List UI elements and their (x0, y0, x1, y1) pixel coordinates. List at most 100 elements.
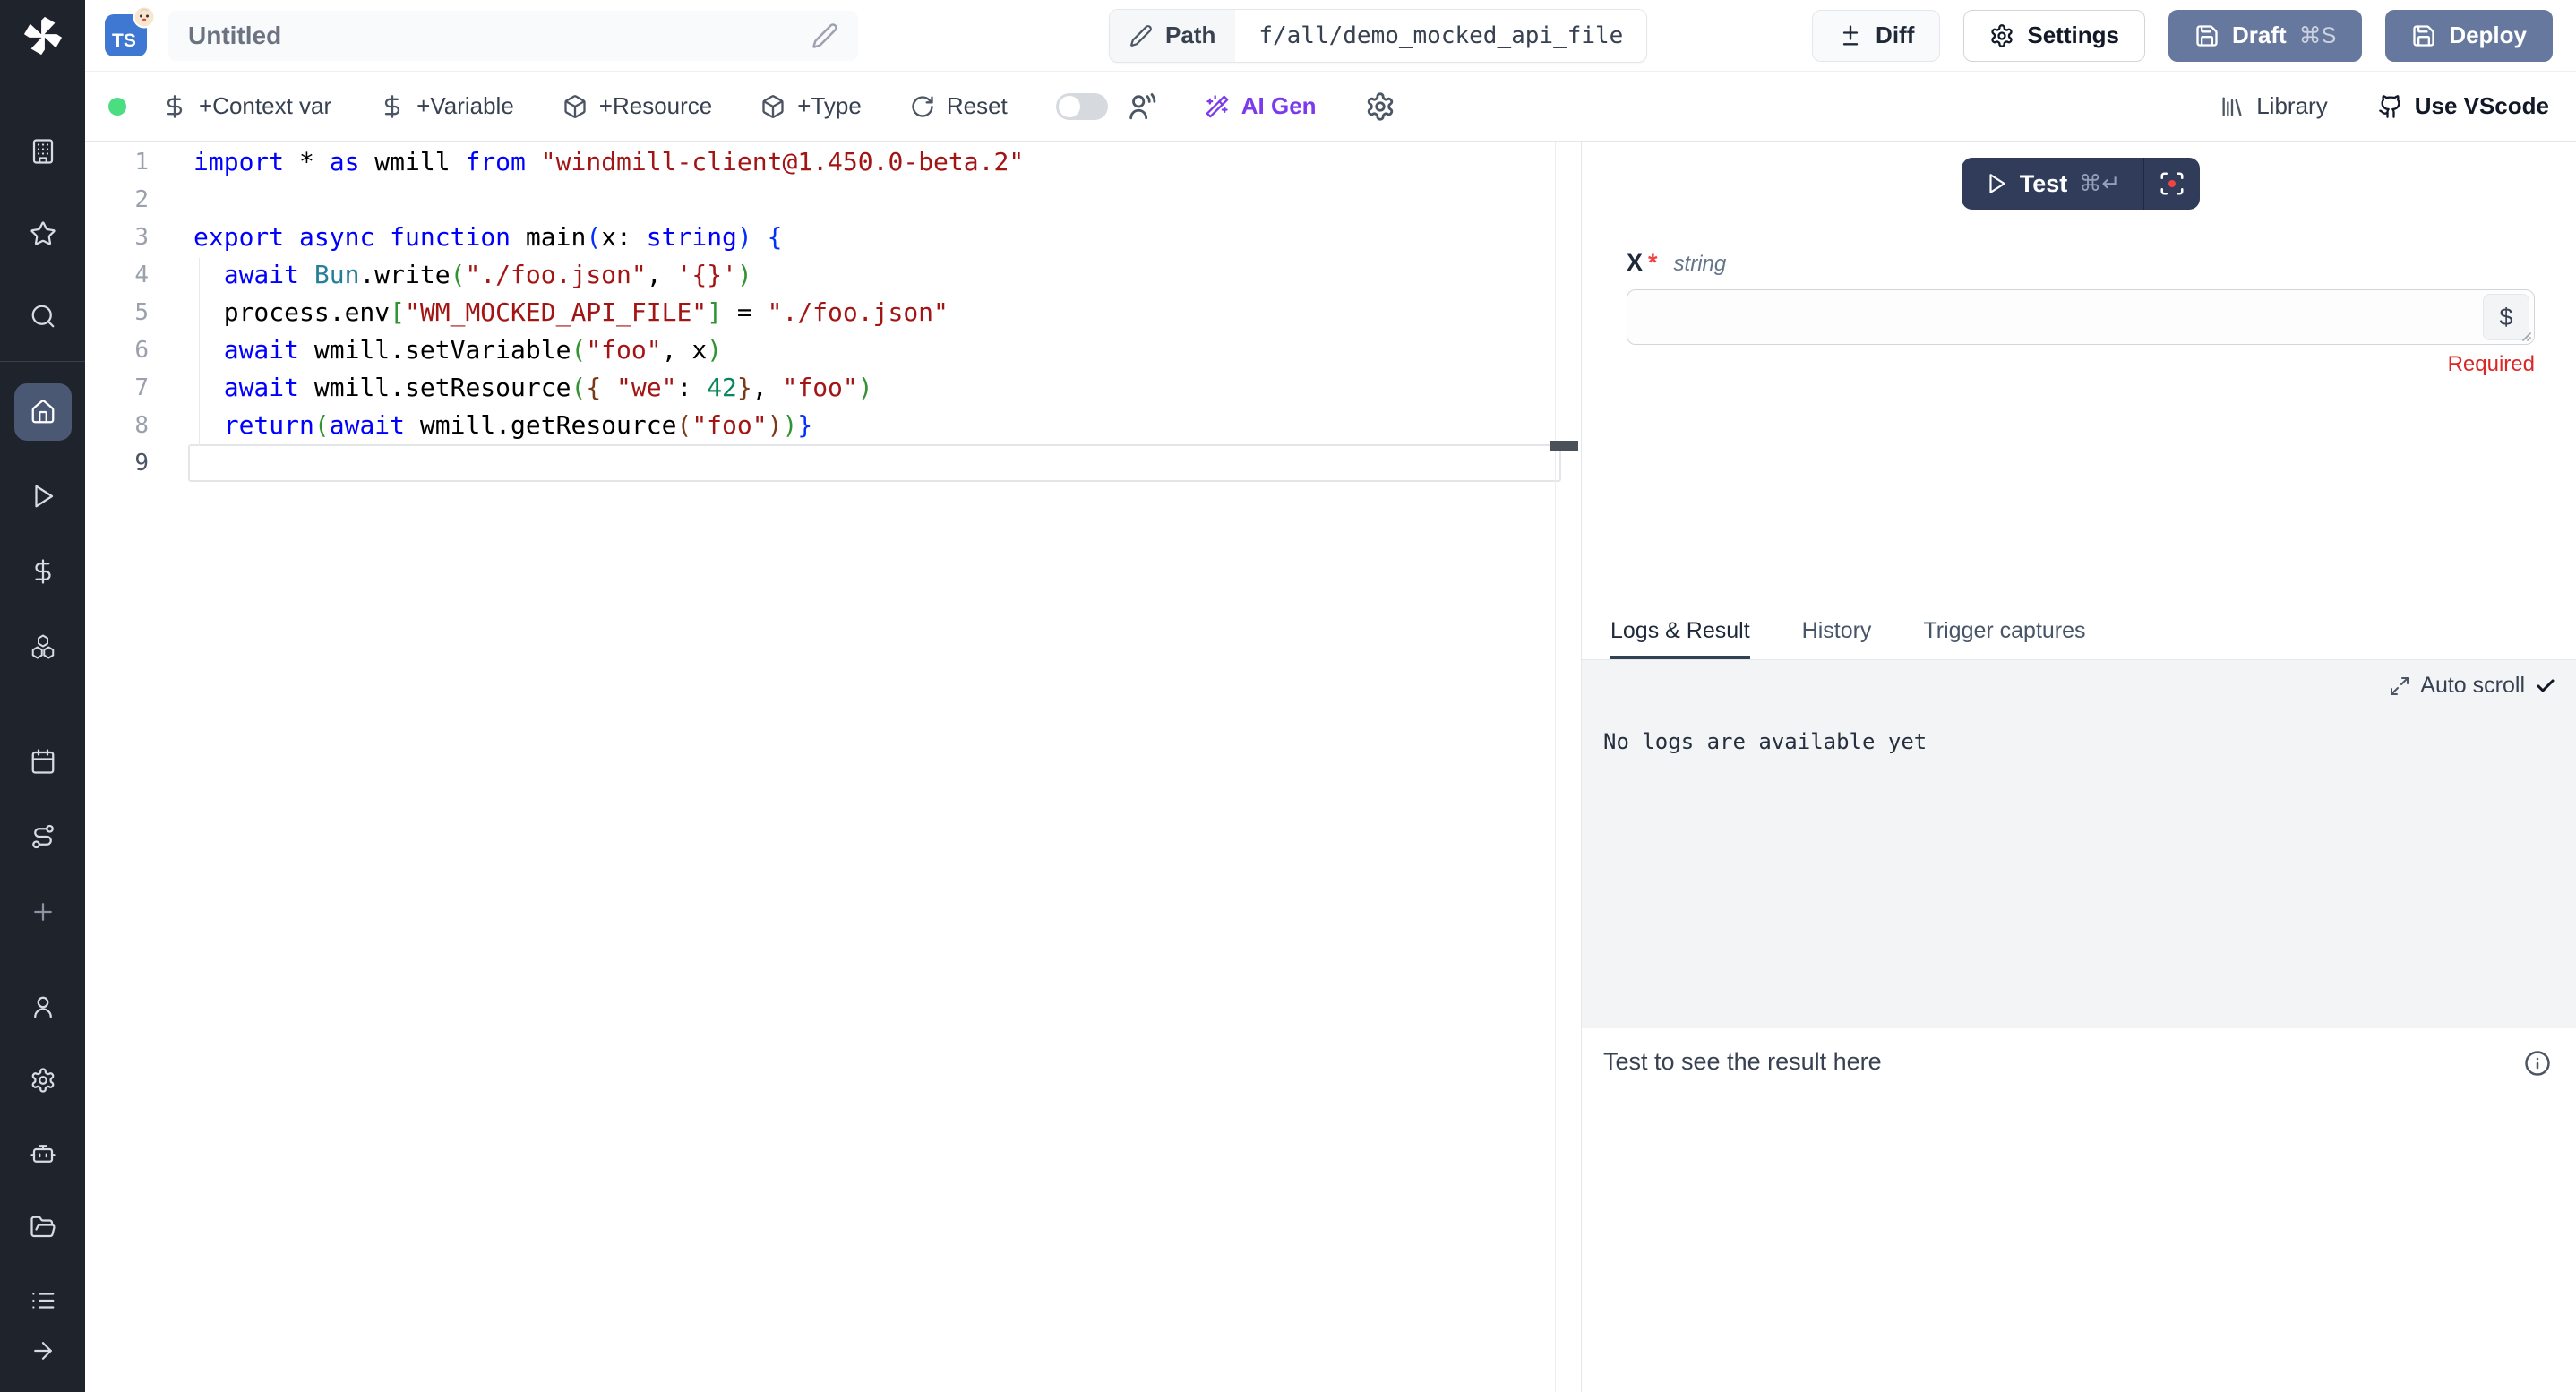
sidebar-divider (0, 361, 85, 362)
sidebar-item-user[interactable] (14, 987, 72, 1027)
line-number[interactable]: 7 (85, 369, 188, 407)
multiplayer-toggle[interactable] (1056, 93, 1108, 120)
sidebar-item-routes[interactable] (14, 817, 72, 856)
github-icon (2378, 94, 2403, 119)
code-line-6[interactable]: 6 await wmill.setVariable("foo", x) (85, 331, 1581, 369)
reset-button[interactable]: Reset (910, 92, 1008, 120)
dollar-icon (162, 94, 187, 119)
building-icon (30, 138, 56, 165)
deploy-button-label: Deploy (2449, 21, 2527, 49)
script-title-field[interactable]: Untitled (168, 11, 858, 61)
line-number[interactable]: 5 (85, 294, 188, 331)
settings-button[interactable]: Settings (1963, 10, 2145, 62)
sidebar-item-gear[interactable] (14, 1061, 72, 1100)
sidebar-item-list[interactable] (14, 1281, 72, 1320)
deploy-button[interactable]: Deploy (2385, 10, 2553, 62)
auto-scroll-label: Auto scroll (2420, 673, 2525, 699)
capture-test-button[interactable] (2144, 158, 2200, 210)
library-button[interactable]: Library (2220, 92, 2327, 120)
code-line-content[interactable]: return(await wmill.getResource("foo"))} (188, 407, 1561, 444)
line-number[interactable]: 2 (85, 181, 188, 219)
path-selector[interactable]: Path f/all/demo_mocked_api_file (1109, 9, 1647, 63)
logs-empty-message: No logs are available yet (1603, 729, 2576, 754)
sidebar-item-calendar[interactable] (14, 742, 72, 781)
sidebar-item-dollar[interactable] (14, 552, 72, 591)
sidebar-item-arrow-right[interactable] (14, 1331, 72, 1371)
status-dot (108, 98, 126, 116)
code-line-4[interactable]: 4 await Bun.write("./foo.json", '{}') (85, 256, 1581, 294)
windmill-logo[interactable] (22, 15, 64, 56)
auto-scroll-control[interactable]: Auto scroll (1582, 660, 2576, 699)
line-number[interactable]: 9 (85, 444, 188, 482)
code-line-2[interactable]: 2 (85, 181, 1581, 219)
multiplayer-users-icon[interactable] (1126, 91, 1156, 122)
info-icon[interactable] (2524, 1050, 2551, 1077)
path-label: Path (1165, 21, 1215, 49)
code-line-8[interactable]: 8 return(await wmill.getResource("foo"))… (85, 407, 1581, 444)
code-line-content[interactable]: await wmill.setVariable("foo", x) (188, 331, 1561, 369)
editor-settings-gear-icon[interactable] (1365, 91, 1395, 122)
use-vscode-label: Use VScode (2415, 92, 2549, 120)
ai-gen-label: AI Gen (1241, 92, 1317, 120)
line-number[interactable]: 8 (85, 407, 188, 444)
argument-type: string (1674, 252, 1727, 277)
arrow-right-icon (30, 1337, 56, 1364)
sidebar-item-building[interactable] (14, 132, 72, 171)
sidebar-item-search[interactable] (14, 296, 72, 336)
arguments-form: Test ⌘↵ X * string (1582, 142, 2576, 606)
add-type-button[interactable]: +Type (760, 92, 862, 120)
code-line-content[interactable]: await wmill.setResource({ "we": 42}, "fo… (188, 369, 1561, 407)
resize-handle[interactable] (2519, 329, 2533, 343)
library-icon (2220, 94, 2245, 119)
edit-title-pencil-icon[interactable] (811, 22, 838, 49)
logs-panel: Auto scroll No logs are available yet (1582, 660, 2576, 1028)
code-line-content[interactable]: export async function main(x: string) { (188, 219, 1561, 256)
save-icon (2194, 23, 2220, 48)
sidebar-item-plus[interactable] (14, 892, 72, 932)
sidebar-item-robot[interactable] (14, 1134, 72, 1173)
app-root: TS Untitled Path f/all/demo_mocked_ (0, 0, 2576, 1392)
code-line-3[interactable]: 3export async function main(x: string) { (85, 219, 1581, 256)
code-line-content[interactable]: import * as wmill from "windmill-client@… (188, 143, 1561, 181)
draft-shortcut: ⌘S (2299, 22, 2337, 49)
diff-button[interactable]: Diff (1812, 10, 1940, 62)
ai-gen-button[interactable]: AI Gen (1205, 92, 1317, 120)
add-context-var-label: +Context var (199, 92, 331, 120)
sidebar-item-hub[interactable] (14, 627, 72, 666)
draft-button[interactable]: Draft ⌘S (2168, 10, 2362, 62)
test-button-group: Test ⌘↵ (1627, 158, 2535, 210)
code-line-content[interactable]: process.env["WM_MOCKED_API_FILE"] = "./f… (188, 294, 1561, 331)
code-line-content[interactable]: await Bun.write("./foo.json", '{}') (188, 256, 1561, 294)
editor-overview-ruler (1555, 142, 1556, 1392)
tab-history[interactable]: History (1802, 618, 1872, 659)
use-vscode-button[interactable]: Use VScode (2378, 92, 2549, 120)
add-variable-button[interactable]: +Variable (380, 92, 514, 120)
line-number[interactable]: 1 (85, 143, 188, 181)
required-note: Required (1627, 352, 2535, 377)
sidebar-item-star[interactable] (14, 214, 72, 253)
add-context-var-button[interactable]: +Context var (162, 92, 331, 120)
package-icon (562, 94, 588, 119)
argument-name: X (1627, 249, 1643, 277)
bun-runtime-icon (133, 5, 156, 29)
test-button[interactable]: Test ⌘↵ (1962, 158, 2143, 210)
code-editor[interactable]: 1import * as wmill from "windmill-client… (85, 142, 1581, 1392)
code-line-content[interactable] (188, 444, 1561, 482)
main-column: TS Untitled Path f/all/demo_mocked_ (85, 0, 2576, 1392)
sidebar-item-play[interactable] (14, 477, 72, 516)
argument-x-input[interactable] (1627, 289, 2535, 345)
line-number[interactable]: 6 (85, 331, 188, 369)
code-line-content[interactable] (188, 181, 1561, 219)
add-resource-button[interactable]: +Resource (562, 92, 712, 120)
code-line-7[interactable]: 7 await wmill.setResource({ "we": 42}, "… (85, 369, 1581, 407)
line-number[interactable]: 3 (85, 219, 188, 256)
sidebar-item-home[interactable] (14, 383, 72, 441)
tab-logs-result[interactable]: Logs & Result (1610, 618, 1750, 659)
line-number[interactable]: 4 (85, 256, 188, 294)
home-icon (30, 399, 56, 425)
sidebar-item-folder-open[interactable] (14, 1207, 72, 1247)
tab-trigger-captures[interactable]: Trigger captures (1923, 618, 2085, 659)
code-line-5[interactable]: 5 process.env["WM_MOCKED_API_FILE"] = ".… (85, 294, 1581, 331)
code-line-9[interactable]: 9 (85, 444, 1581, 482)
code-line-1[interactable]: 1import * as wmill from "windmill-client… (85, 143, 1581, 181)
